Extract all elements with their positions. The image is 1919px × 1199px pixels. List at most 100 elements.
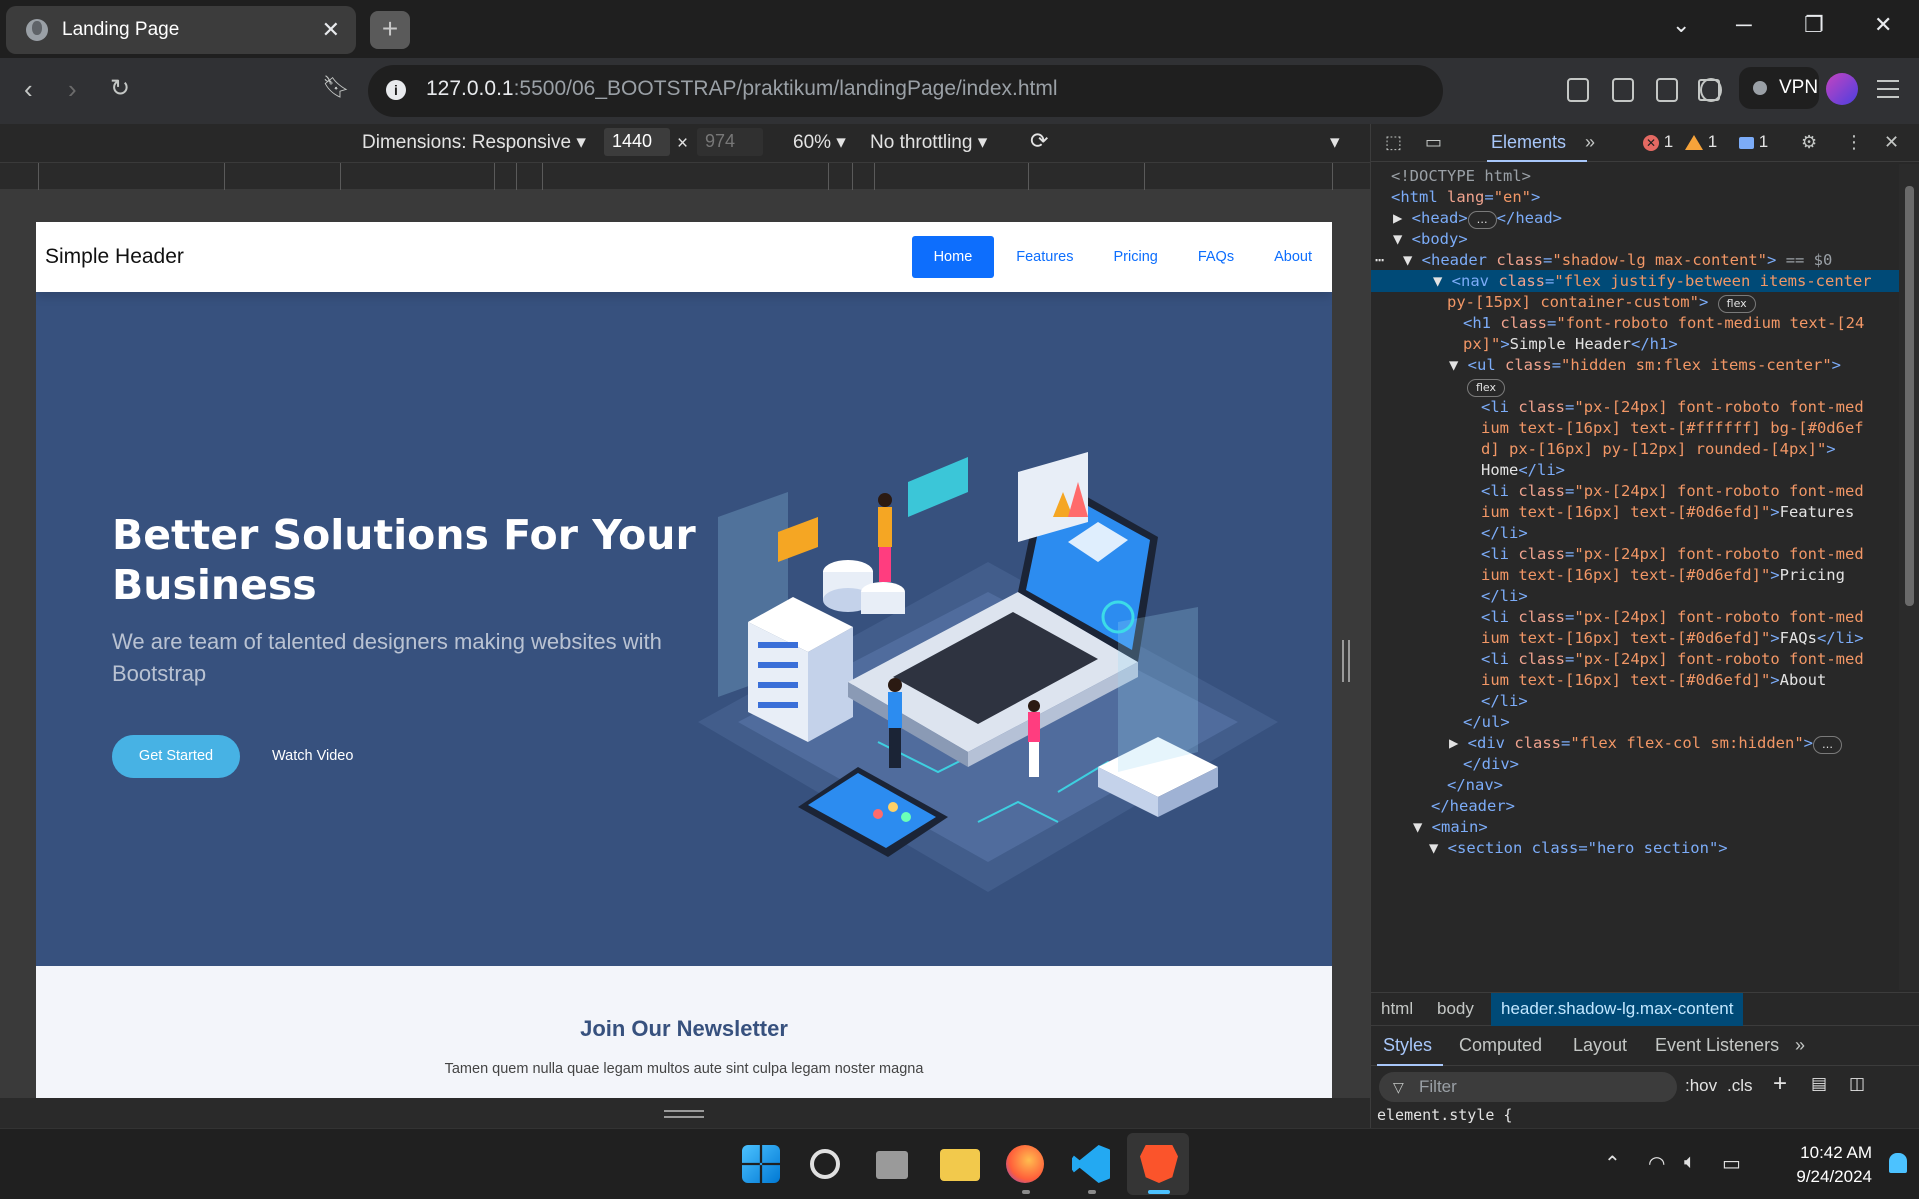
browser-toolbar: ‹ › ↻ 🔖︎ i 127.0.0.1:5500/06_BOOTSTRAP/p… (0, 58, 1919, 124)
elements-scrollbar[interactable] (1899, 164, 1919, 990)
element-style-rule[interactable]: element.style { (1377, 1106, 1512, 1124)
device-options-icon[interactable]: ▾ (1330, 131, 1340, 154)
close-devtools-icon[interactable]: ✕ (1884, 132, 1899, 153)
styles-filter-row: Filter :hov .cls + ▤ ◫ (1371, 1066, 1919, 1106)
newsletter-text: Tamen quem nulla quae legam multos aute … (444, 1061, 924, 1077)
address-bar[interactable]: i 127.0.0.1:5500/06_BOOTSTRAP/praktikum/… (368, 65, 1779, 117)
browser-tab[interactable]: Landing Page ✕ (6, 6, 356, 54)
elements-tree[interactable]: <!DOCTYPE html> <html lang="en"> ▶ <head… (1371, 164, 1899, 990)
newsletter-title: Join Our Newsletter (580, 1016, 788, 1041)
kebab-menu-icon[interactable]: ⋮ (1845, 132, 1863, 153)
device-toggle-icon[interactable]: ▭ (1425, 132, 1442, 153)
bookmark-icon[interactable]: 🔖︎ (322, 74, 350, 100)
clock-time: 10:42 AM (1800, 1143, 1872, 1162)
battery-icon[interactable]: ▭ (1722, 1151, 1741, 1176)
site-nav: Home Features Pricing FAQs About (911, 236, 1332, 278)
styles-filter-input[interactable]: Filter (1379, 1072, 1677, 1102)
nav-home[interactable]: Home (911, 236, 995, 278)
clock[interactable]: 10:42 AM 9/24/2024 (1762, 1141, 1872, 1189)
styles-tabbar: Styles Computed Layout Event Listeners » (1371, 1026, 1919, 1066)
window-close-icon[interactable]: ✕ (1874, 12, 1892, 38)
file-explorer-icon[interactable] (940, 1149, 980, 1181)
menu-icon[interactable] (1877, 80, 1899, 98)
nav-features[interactable]: Features (996, 236, 1093, 278)
tray-chevron-icon[interactable]: ⌃ (1604, 1151, 1621, 1176)
zoom-dropdown[interactable]: 60% ▾ (793, 131, 846, 154)
resize-handle-right[interactable] (1342, 640, 1350, 682)
notification-bell-icon[interactable] (1889, 1153, 1907, 1173)
devtools-tabbar: ⬚ ▭ Elements » ✕ 1 1 1 ⚙ ⋮ ✕ (1371, 124, 1919, 162)
media-query-ruler (0, 162, 1370, 191)
dimensions-dropdown[interactable]: Dimensions: Responsive ▾ (362, 131, 586, 154)
person-icon (878, 493, 892, 582)
nav-pricing[interactable]: Pricing (1094, 236, 1178, 278)
back-icon[interactable]: ‹ (24, 74, 33, 105)
get-started-button[interactable]: Get Started (112, 735, 240, 778)
error-counter[interactable]: ✕ 1 (1643, 132, 1673, 152)
site-header: Simple Header Home Features Pricing FAQs… (36, 222, 1332, 292)
more-style-tabs-icon[interactable]: » (1795, 1035, 1805, 1056)
vscode-icon[interactable] (1072, 1145, 1110, 1183)
nav-about[interactable]: About (1254, 236, 1332, 278)
crumb-header[interactable]: header.shadow-lg.max-content (1491, 993, 1744, 1026)
nav-faqs[interactable]: FAQs (1178, 236, 1254, 278)
volume-icon[interactable]: 🔈︎ (1684, 1151, 1696, 1174)
hero-subtitle: We are team of talented designers making… (112, 629, 662, 686)
rotate-icon[interactable]: ⟳ (1030, 128, 1048, 154)
task-view-icon[interactable] (876, 1151, 908, 1179)
tab-event-listeners[interactable]: Event Listeners (1655, 1035, 1779, 1056)
times-separator: × (677, 133, 689, 154)
sidebar-icon[interactable] (1656, 78, 1678, 102)
sidebar-toggle-icon[interactable]: ◫ (1849, 1074, 1865, 1094)
hero-title: Better Solutions For Your Business (112, 511, 696, 609)
tab-close-icon[interactable]: ✕ (322, 17, 340, 43)
warning-counter[interactable]: 1 (1685, 132, 1717, 152)
new-rule-icon[interactable]: + (1773, 1070, 1787, 1098)
tab-computed[interactable]: Computed (1459, 1035, 1542, 1056)
vpn-button[interactable]: VPN (1739, 67, 1819, 109)
devtools-panel: ⬚ ▭ Elements » ✕ 1 1 1 ⚙ ⋮ ✕ <!DOCTYPE h… (1370, 124, 1919, 1128)
globe-icon (26, 19, 48, 41)
newsletter-section: Join Our Newsletter Tamen quem nulla qua… (36, 966, 1332, 1098)
restore-icon[interactable]: ❐ (1804, 12, 1824, 38)
resize-handle-bottom[interactable] (664, 1110, 704, 1118)
profile-avatar[interactable] (1826, 73, 1858, 105)
leo-ai-icon[interactable] (1700, 78, 1722, 102)
url-text[interactable]: 127.0.0.1:5500/06_BOOTSTRAP/praktikum/la… (426, 77, 1058, 101)
crumb-body[interactable]: body (1437, 999, 1474, 1019)
device-toolbar: Dimensions: Responsive ▾ 1440 × 974 60% … (0, 124, 1370, 162)
paint-icon[interactable]: ▤ (1811, 1074, 1827, 1094)
tab-search-chevron-icon[interactable]: ⌄ (1672, 12, 1690, 38)
minimize-icon[interactable]: ─ (1736, 12, 1752, 38)
tab-styles[interactable]: Styles (1383, 1035, 1432, 1056)
extensions-icon[interactable] (1612, 78, 1634, 102)
chat-bubble-icon (908, 457, 968, 517)
more-tabs-icon[interactable]: » (1585, 132, 1595, 153)
tab-elements[interactable]: Elements (1491, 132, 1566, 153)
settings-gear-icon[interactable]: ⚙ (1801, 132, 1817, 153)
reload-icon[interactable]: ↻ (110, 74, 130, 103)
new-tab-button[interactable]: + (370, 11, 410, 49)
firefox-icon[interactable] (1006, 1145, 1044, 1183)
inspect-icon[interactable]: ⬚ (1385, 132, 1402, 153)
cls-toggle[interactable]: .cls (1727, 1076, 1753, 1096)
tab-strip: Landing Page ✕ + ⌄ ─ ❐ ✕ (0, 0, 1919, 58)
height-input[interactable]: 974 (697, 128, 763, 156)
tab-title: Landing Page (62, 19, 180, 40)
throttling-dropdown[interactable]: No throttling ▾ (870, 131, 987, 154)
hero-section: Better Solutions For Your Business We ar… (36, 292, 1332, 966)
wallet-icon[interactable] (1567, 78, 1589, 102)
forward-icon[interactable]: › (68, 74, 77, 105)
search-icon[interactable] (810, 1149, 840, 1179)
crumb-html[interactable]: html (1381, 999, 1413, 1019)
message-counter[interactable]: 1 (1739, 132, 1768, 152)
database-icon (823, 560, 905, 614)
watch-video-link[interactable]: Watch Video (272, 735, 353, 778)
tab-layout[interactable]: Layout (1573, 1035, 1627, 1056)
wifi-icon[interactable]: ◠ (1648, 1151, 1665, 1176)
site-info-icon[interactable]: i (386, 80, 406, 100)
width-input[interactable]: 1440 (604, 128, 670, 156)
hov-toggle[interactable]: :hov (1685, 1076, 1717, 1096)
windows-start-icon[interactable] (742, 1145, 780, 1183)
site-brand[interactable]: Simple Header (45, 245, 184, 269)
